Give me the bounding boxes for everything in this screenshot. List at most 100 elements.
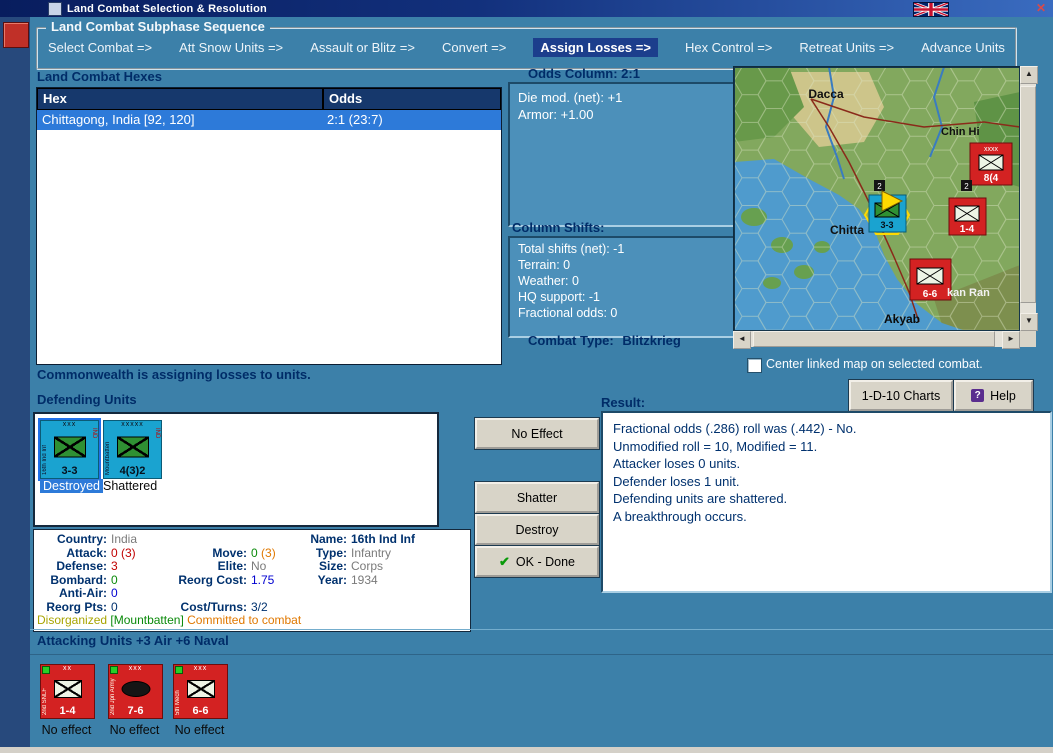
year-value: 1934 — [351, 573, 378, 587]
subphase-sequence-legend: Land Combat Subphase Sequence — [46, 19, 270, 34]
cell-hex: Chittagong, India [92, 120] — [42, 112, 195, 127]
year-label: Year: — [317, 573, 347, 587]
map-vertical-scrollbar[interactable]: ▲ ▼ — [1020, 66, 1038, 331]
map-unit-counter-attacker[interactable]: 1-4 — [948, 197, 987, 236]
column-shifts-title: Column Shifts: — [512, 220, 605, 235]
attacking-unit-counter[interactable]: xxx 5th Mech 6-6 — [173, 664, 228, 719]
unit-strength: 3-3 — [61, 465, 78, 477]
help-icon: ? — [971, 389, 985, 402]
result-line: Attacker loses 0 units. — [613, 456, 741, 471]
map-label-chin-hills: Chin Hi — [941, 126, 980, 138]
result-line: Defender loses 1 unit. — [613, 473, 740, 489]
subphase-sequence-group: Land Combat Subphase Sequence Select Com… — [36, 19, 1017, 70]
antiair-label: Anti-Air: — [59, 586, 107, 600]
step-att-snow-units: Att Snow Units => — [179, 40, 284, 55]
infantry-symbol — [53, 680, 82, 698]
center-map-checkbox[interactable] — [747, 358, 762, 373]
move-value: 0 — [251, 546, 258, 560]
shift-line: Total shifts (net): -1 — [518, 242, 625, 256]
result-box: Fractional odds (.286) roll was (.442) -… — [601, 411, 1052, 593]
ok-done-button[interactable]: ✔ OK - Done — [475, 546, 599, 577]
shatter-button[interactable]: Shatter — [475, 482, 599, 513]
scroll-right-button[interactable]: ► — [1002, 331, 1020, 349]
ok-done-label: OK - Done — [515, 554, 575, 569]
elite-value: No — [251, 559, 267, 573]
step-advance-units: Advance Units — [921, 40, 1005, 55]
infantry-symbol — [186, 680, 215, 698]
game-icon — [3, 22, 29, 48]
armor-symbol — [121, 681, 150, 697]
attacking-units-title: Attacking Units +3 Air +6 Naval — [37, 633, 229, 648]
app-icon — [48, 1, 62, 16]
svg-text:1-4: 1-4 — [960, 224, 975, 235]
combat-hexes-table: Hex Odds Chittagong, India [92, 120] 2:1… — [36, 87, 502, 365]
svg-text:6-6: 6-6 — [923, 289, 938, 300]
svg-text:xxxx: xxxx — [984, 146, 999, 153]
scroll-up-button[interactable]: ▲ — [1020, 66, 1038, 84]
defending-unit-counter[interactable]: xxx 16th Ind Inf IND 3-3 — [38, 418, 101, 481]
odds-line: Die mod. (net): +1 — [518, 90, 623, 105]
destroy-button[interactable]: Destroy — [475, 514, 599, 545]
charts-button-label: 1-D-10 Charts — [861, 388, 941, 403]
combat-type-value: Blitzkrieg — [622, 333, 681, 348]
elite-label: Elite: — [217, 559, 247, 573]
map-unit-counter-attacker[interactable]: 6-6 — [909, 258, 952, 301]
unit-strength: 1-4 — [59, 705, 76, 717]
attacking-unit-counter[interactable]: xx 2nd SNLF 1-4 — [40, 664, 95, 719]
close-icon[interactable]: ✕ — [1036, 1, 1046, 16]
attacking-unit-counter[interactable]: xxx 2nd Jpn Army 7-6 — [108, 664, 163, 719]
scroll-left-button[interactable]: ◄ — [733, 331, 751, 349]
map-label-akyab: Akyab — [884, 312, 920, 326]
infantry-symbol — [53, 436, 86, 458]
step-retreat-units: Retreat Units => — [799, 40, 895, 55]
unit-result-label: No effect — [41, 723, 92, 737]
hscroll-thumb[interactable] — [753, 331, 995, 347]
size-value: Corps — [351, 559, 384, 573]
svg-text:3-3: 3-3 — [880, 220, 893, 230]
reorg-cost-value: 1.75 — [251, 573, 275, 587]
unit-result-label: No effect — [109, 723, 160, 737]
title-bar: Land Combat Selection & Resolution ✕ — [0, 0, 1053, 18]
charts-button[interactable]: 1-D-10 Charts — [849, 380, 953, 411]
window-title: Land Combat Selection & Resolution — [67, 2, 267, 15]
subphase-steps: Select Combat => Att Snow Units => Assau… — [48, 38, 1005, 57]
unit-result-label: No effect — [174, 723, 225, 737]
map-unit-counter-defender[interactable]: 3-3 — [868, 190, 907, 233]
odds-column-title: Odds Column: 2:1 — [528, 66, 640, 81]
scroll-down-button[interactable]: ▼ — [1020, 313, 1038, 331]
destroy-label: Destroy — [515, 522, 559, 537]
map-horizontal-scrollbar[interactable]: ◄ ► — [733, 331, 1020, 349]
antiair-value: 0 — [111, 586, 118, 600]
map-unit-counter-hq[interactable]: xxxx 8(4 — [969, 142, 1013, 186]
step-convert: Convert => — [442, 40, 507, 55]
vscroll-thumb[interactable] — [1020, 86, 1036, 303]
help-button[interactable]: ? Help — [954, 380, 1033, 411]
step-assign-losses: Assign Losses => — [533, 38, 658, 57]
linked-map[interactable]: xxxx 8(4 2 2 3-3 1-4 6-6 Dacca Chin Hi C… — [733, 66, 1021, 332]
window-bottom-edge — [0, 747, 1053, 753]
check-icon: ✔ — [499, 553, 510, 569]
hscroll-track[interactable] — [751, 331, 1002, 347]
svg-text:2: 2 — [964, 182, 969, 191]
parent-window-edge — [0, 17, 30, 747]
odds-line: Armor: +1.00 — [518, 107, 594, 122]
no-effect-button[interactable]: No Effect — [475, 418, 599, 449]
table-header: Hex Odds — [37, 88, 501, 110]
result-line: A breakthrough occurs. — [613, 508, 747, 524]
map-label-arakan-range: kan Ran — [947, 287, 990, 299]
name-label: Name: — [310, 532, 347, 546]
land-combat-dialog: { "window": { "title": "Land Combat Sele… — [0, 0, 1053, 753]
vscroll-track[interactable] — [1020, 84, 1036, 313]
name-value: 16th Ind Inf — [351, 532, 415, 546]
step-select-combat: Select Combat => — [48, 40, 153, 55]
defending-unit-counter[interactable]: xxxxx Mountbatten IND 4(3)2 — [103, 420, 162, 479]
table-row[interactable]: Chittagong, India [92, 120] 2:1 (23:7) — [37, 110, 501, 130]
move-paren-value: (3) — [261, 546, 276, 560]
column-shifts-box: Total shifts (net): -1 Terrain: 0 Weathe… — [508, 236, 746, 338]
unit-status-label: Destroyed — [40, 479, 103, 493]
result-title: Result: — [601, 395, 646, 410]
stack-count-badge: 2 — [874, 180, 885, 191]
column-header-hex: Hex — [37, 88, 323, 110]
cell-odds: 2:1 (23:7) — [327, 112, 383, 127]
scrollbar-corner — [1020, 331, 1036, 347]
